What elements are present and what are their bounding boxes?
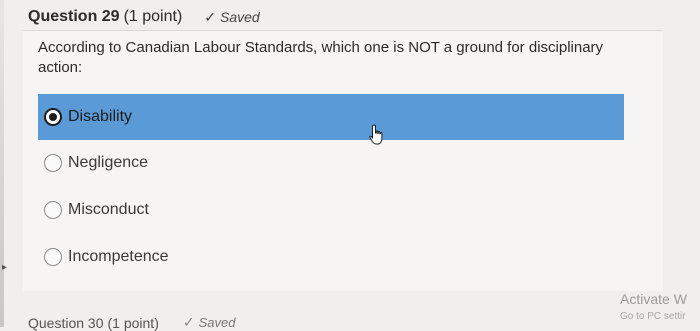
question-prompt: According to Canadian Labour Standards, … [38,39,604,76]
checkmark-icon: ✓ [204,8,217,25]
radio-unselected-icon[interactable] [44,154,62,172]
option-label: Misconduct [68,201,149,218]
question-header: Question 29 (1 point) ✓ Saved [28,8,260,26]
saved-status: ✓ Saved [204,9,259,26]
option-incompetence[interactable]: Incompetence [38,234,624,280]
next-saved-status: ✓ Saved [183,314,236,331]
option-label: Negligence [68,154,149,171]
question-title: Question 29 [28,8,120,25]
activation-title: Activate W [620,291,687,307]
activation-subtitle: Go to PC settir [620,311,686,322]
left-edge [0,0,4,327]
windows-activation-watermark: Activate W Go to PC settir [620,290,700,326]
option-misconduct[interactable]: Misconduct [38,187,624,233]
saved-label: Saved [220,9,260,25]
question-points: (1 point) [123,8,183,25]
hand-pointer-icon [369,124,383,145]
next-saved-label: Saved [198,315,236,330]
next-question-header: Question 30 (1 point) ✓ Saved [28,314,235,331]
option-negligence[interactable]: Negligence [38,140,624,186]
next-question-points: (1 point) [107,314,159,331]
left-arrow-icon: ▸ [2,262,8,273]
radio-selected-icon[interactable] [44,108,62,126]
radio-unselected-icon[interactable] [44,248,62,266]
next-question-title: Question 30 [28,314,104,331]
option-disability[interactable]: Disability [38,94,624,140]
radio-dot [49,113,57,121]
checkmark-icon: ✓ [182,314,195,330]
radio-unselected-icon[interactable] [44,201,62,219]
option-label: Disability [68,108,133,125]
option-label: Incompetence [68,248,169,265]
